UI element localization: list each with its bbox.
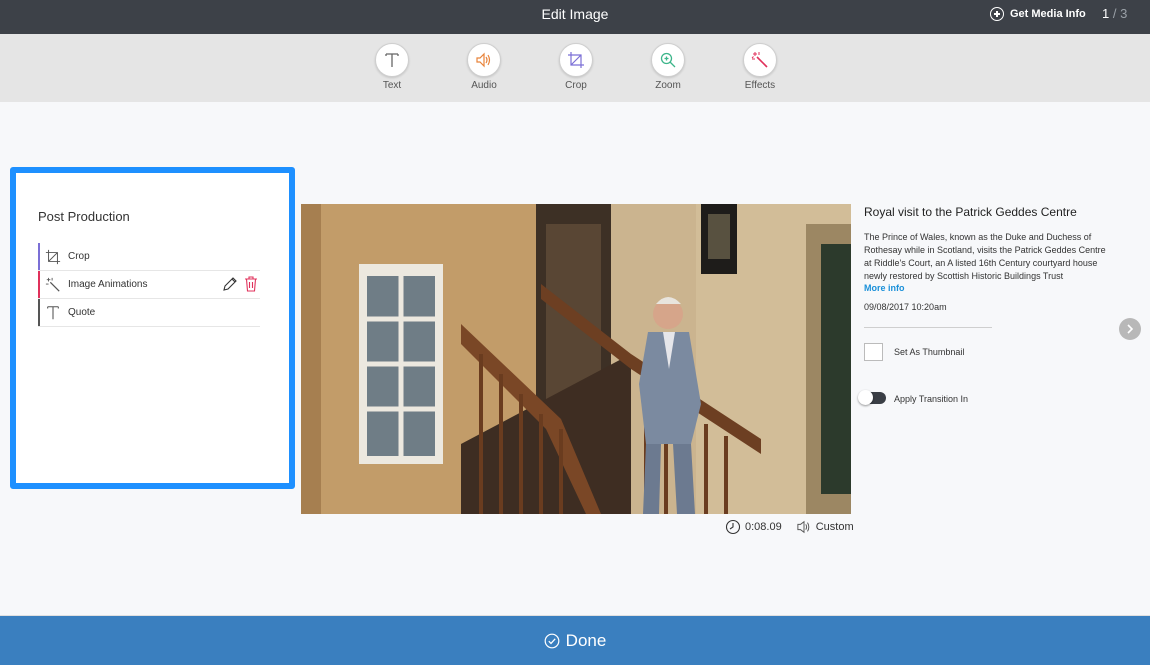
chevron-right-icon <box>1127 324 1134 334</box>
media-description: The Prince of Wales, known as the Duke a… <box>864 232 1106 281</box>
set-thumbnail-checkbox[interactable] <box>864 343 883 361</box>
item-color-bar <box>38 243 40 270</box>
media-duration: 0:08.09 <box>745 521 782 533</box>
crop-icon <box>568 52 584 68</box>
tool-bar: Text Audio Crop Zoom Effects <box>0 34 1150 102</box>
done-label: Done <box>565 631 607 650</box>
footer-bar: Done <box>0 615 1150 665</box>
tool-crop[interactable]: Crop <box>546 43 606 91</box>
tool-zoom-label: Zoom <box>655 80 681 91</box>
tool-text[interactable]: Text <box>362 43 422 91</box>
apply-transition-label: Apply Transition In <box>894 394 969 404</box>
list-item-quote[interactable]: Quote <box>38 299 260 327</box>
text-icon <box>385 53 399 67</box>
list-item-label: Crop <box>68 251 90 262</box>
audio-setting[interactable]: Custom <box>816 521 854 533</box>
tool-effects[interactable]: Effects <box>730 43 790 91</box>
list-item-crop[interactable]: Crop <box>38 243 260 271</box>
check-circle-icon <box>544 633 560 649</box>
list-item-label: Quote <box>68 307 96 318</box>
media-title: Royal visit to the Patrick Geddes Centre <box>864 205 1077 219</box>
get-media-info-label: Get Media Info <box>1010 8 1086 20</box>
media-date: 09/08/2017 10:20am <box>864 302 947 312</box>
set-thumbnail-label: Set As Thumbnail <box>894 347 965 357</box>
trash-icon[interactable] <box>244 276 258 292</box>
tool-audio-label: Audio <box>471 80 497 91</box>
media-meta: 0:08.09 Custom <box>725 519 854 535</box>
clock-icon <box>725 519 741 535</box>
media-preview-image <box>301 204 851 514</box>
post-production-list: Crop Image Animations Quote <box>38 243 260 327</box>
photo-illustration <box>301 204 851 514</box>
pencil-icon[interactable] <box>222 276 238 292</box>
pager-current: 1 <box>1102 6 1110 21</box>
panel-title: Post Production <box>38 209 130 224</box>
magic-wand-icon <box>45 277 60 292</box>
apply-transition-toggle[interactable] <box>858 390 886 405</box>
item-color-bar <box>38 299 40 326</box>
crop-icon <box>45 249 61 264</box>
divider <box>864 327 992 328</box>
media-info-panel: Royal visit to the Patrick Geddes Centre… <box>864 205 1114 361</box>
next-arrow-button[interactable] <box>1119 318 1141 340</box>
zoom-icon <box>660 52 676 68</box>
item-color-bar <box>38 271 40 298</box>
done-button[interactable]: Done <box>0 631 1150 651</box>
audio-icon <box>476 52 491 68</box>
pager-total: 3 <box>1120 6 1128 21</box>
tool-effects-label: Effects <box>744 80 776 91</box>
pager: 1 / 3 <box>1102 6 1127 21</box>
speaker-icon <box>797 520 809 534</box>
text-icon <box>47 305 59 319</box>
tool-zoom[interactable]: Zoom <box>638 43 698 91</box>
list-item-image-animations[interactable]: Image Animations <box>38 271 260 299</box>
toggle-knob <box>858 390 873 405</box>
effects-icon <box>751 52 768 68</box>
page-title: Edit Image <box>541 6 609 22</box>
list-item-label: Image Animations <box>68 279 148 290</box>
tool-text-label: Text <box>382 80 402 91</box>
post-production-panel: Post Production Crop Image Animations Qu… <box>10 167 295 489</box>
more-info-link[interactable]: More info <box>864 283 1114 293</box>
pager-separator: / <box>1112 6 1117 21</box>
tool-crop-label: Crop <box>565 80 587 91</box>
top-bar: Edit Image Get Media Info 1 / 3 <box>0 0 1150 34</box>
get-media-info-button[interactable]: Get Media Info <box>990 7 1086 21</box>
plus-circle-icon <box>990 7 1004 21</box>
tool-audio[interactable]: Audio <box>454 43 514 91</box>
